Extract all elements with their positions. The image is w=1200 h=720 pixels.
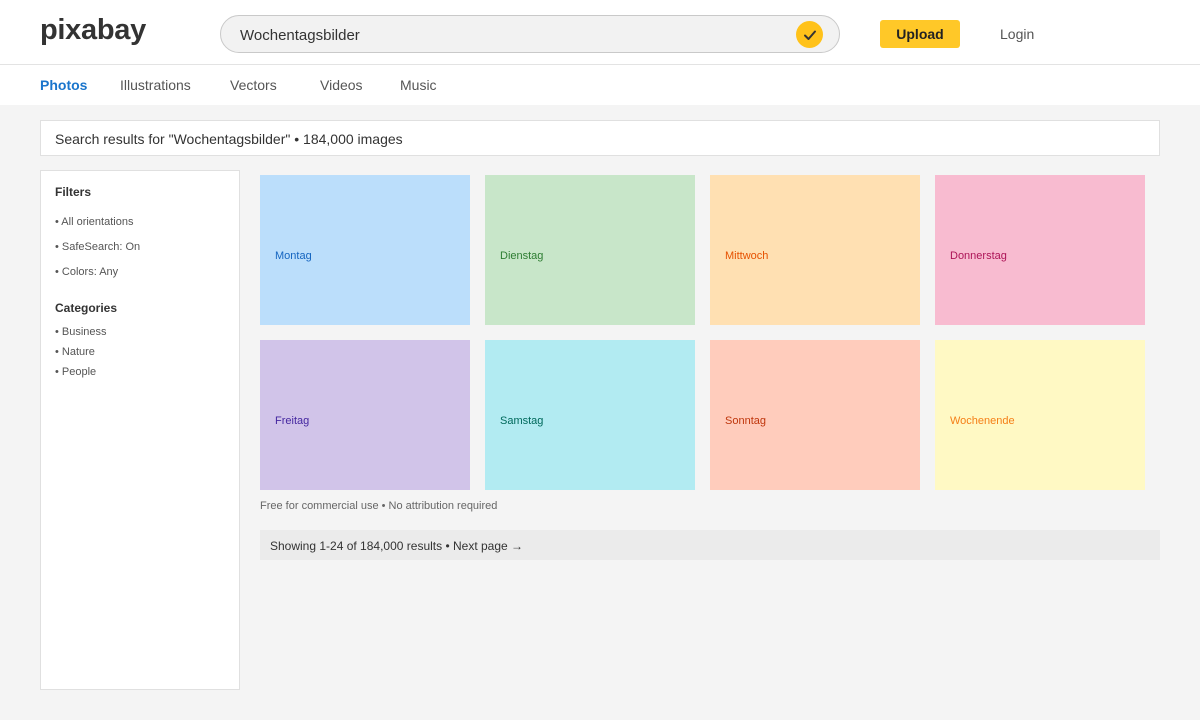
image-tile[interactable]: Freitag	[260, 340, 470, 490]
login-link[interactable]: Login	[1000, 26, 1034, 42]
image-tile-label: Samstag	[500, 415, 544, 427]
results-summary-bar: Search results for "Wochentagsbilder" • …	[40, 120, 1160, 156]
image-tile-label: Dienstag	[500, 250, 544, 262]
image-tile[interactable]: Dienstag	[485, 175, 695, 325]
image-tile[interactable]: Mittwoch	[710, 175, 920, 325]
pagination-bar: Showing 1-24 of 184,000 results • Next p…	[260, 530, 1160, 560]
license-note: Free for commercial use • No attribution…	[260, 500, 498, 512]
image-tile-label: Montag	[275, 250, 312, 262]
image-tile[interactable]: Samstag	[485, 340, 695, 490]
image-tile-label: Donnerstag	[950, 250, 1007, 262]
next-page-link[interactable]: Showing 1-24 of 184,000 results • Next p…	[270, 539, 523, 553]
upload-button[interactable]: Upload	[880, 20, 960, 48]
tab-videos[interactable]: Videos	[320, 77, 363, 93]
category-business[interactable]: • Business	[55, 326, 107, 338]
filters-heading: Filters	[55, 185, 92, 199]
search-input[interactable]	[240, 25, 780, 45]
filter-sidebar: Filters • All orientations • SafeSearch:…	[40, 170, 240, 690]
image-tile-label: Sonntag	[725, 415, 766, 427]
media-type-tabs: Photos Illustrations Vectors Videos Musi…	[0, 65, 1200, 105]
image-tile-label: Mittwoch	[725, 250, 769, 262]
top-header: pixabay Upload Login	[0, 0, 1200, 65]
image-tile-label: Wochenende	[950, 415, 1015, 427]
check-icon	[803, 30, 816, 40]
tab-illustrations[interactable]: Illustrations	[120, 77, 191, 93]
results-summary: Search results for "Wochentagsbilder" • …	[55, 131, 403, 147]
filter-safesearch[interactable]: • SafeSearch: On	[55, 241, 140, 253]
tab-music[interactable]: Music	[400, 77, 437, 93]
image-tile-label: Freitag	[275, 415, 310, 427]
tab-photos[interactable]: Photos	[40, 77, 87, 93]
categories-heading: Categories	[55, 301, 118, 315]
category-nature[interactable]: • Nature	[55, 346, 95, 358]
filter-orientation[interactable]: • All orientations	[55, 216, 133, 228]
search-submit-button[interactable]	[796, 21, 823, 48]
tab-vectors[interactable]: Vectors	[230, 77, 277, 93]
image-tile[interactable]: Sonntag	[710, 340, 920, 490]
image-tile[interactable]: Wochenende	[935, 340, 1145, 490]
image-tile[interactable]: Montag	[260, 175, 470, 325]
image-tile[interactable]: Donnerstag	[935, 175, 1145, 325]
category-people[interactable]: • People	[55, 366, 96, 378]
filter-colors[interactable]: • Colors: Any	[55, 266, 118, 278]
pixabay-logo[interactable]: pixabay	[40, 14, 146, 47]
search-bar[interactable]	[220, 15, 840, 53]
